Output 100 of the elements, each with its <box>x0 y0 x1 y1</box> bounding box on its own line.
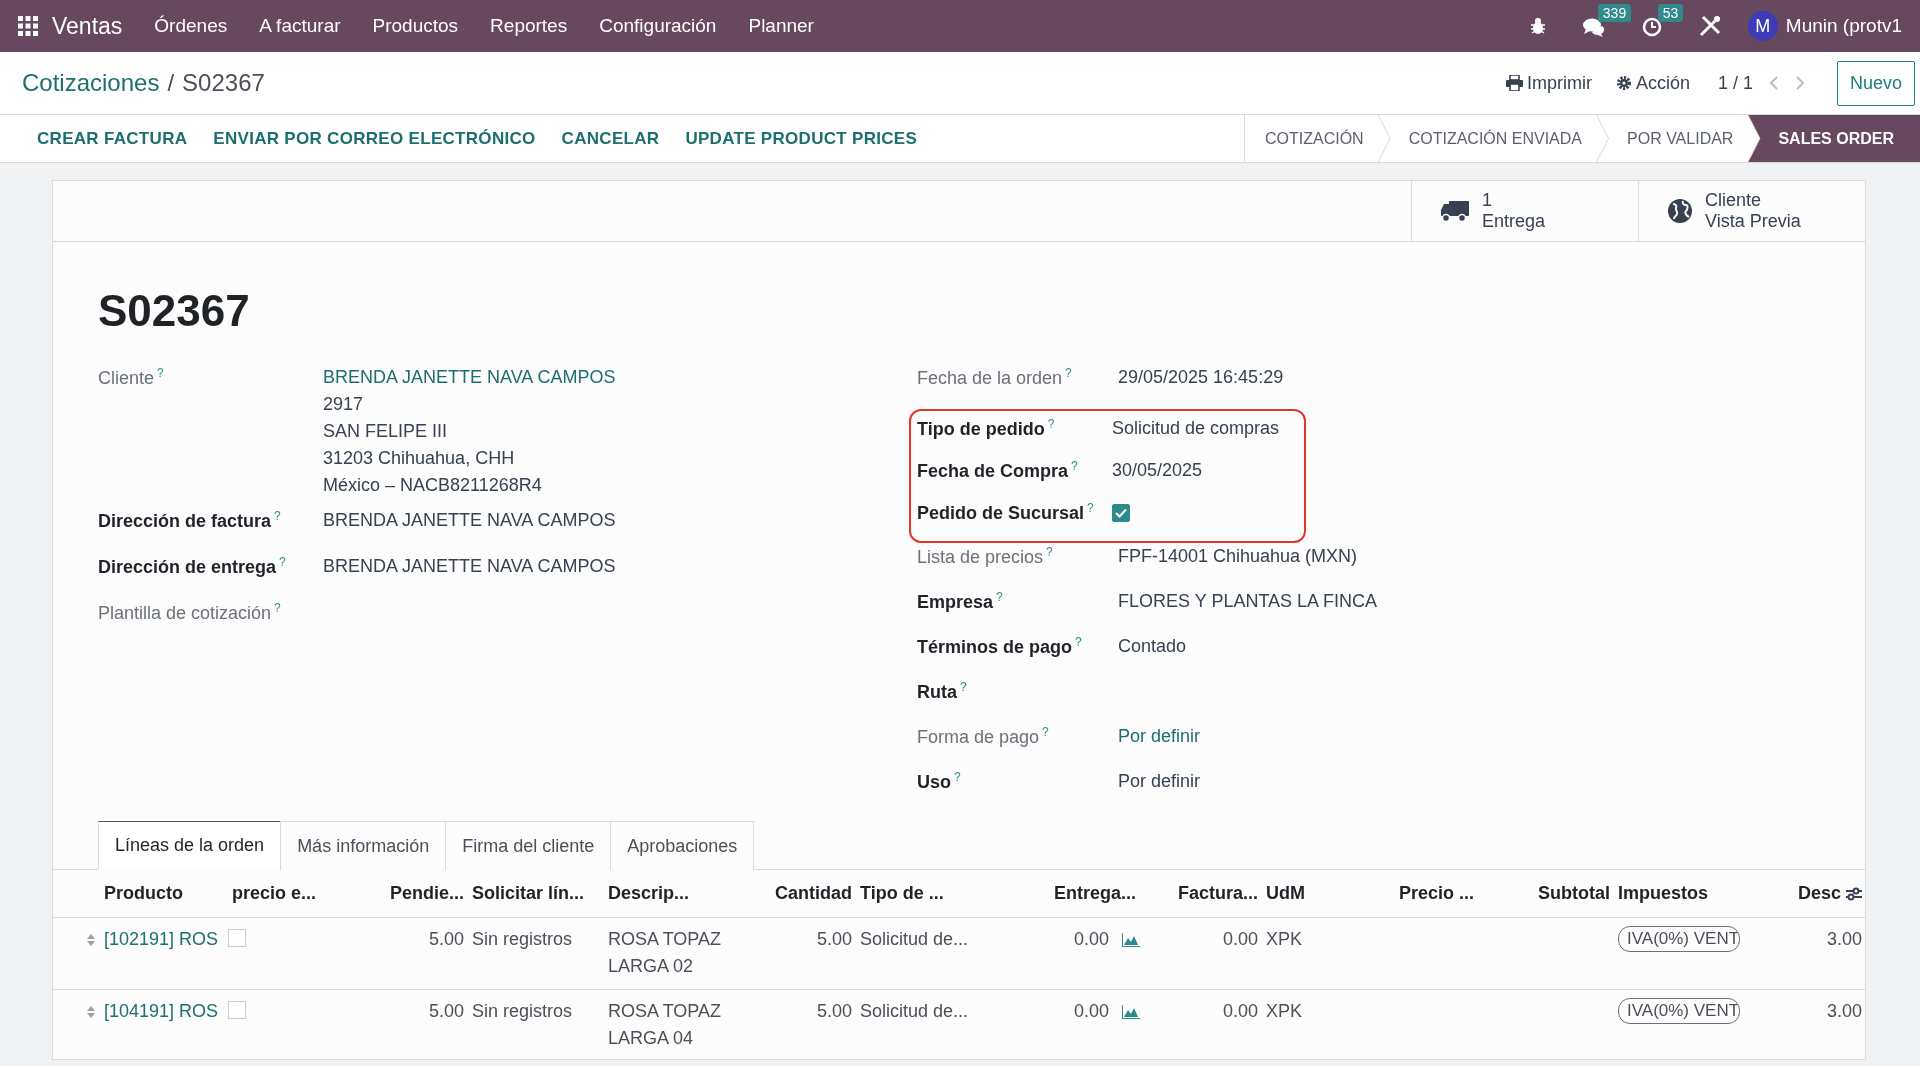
help-icon[interactable]: ? <box>960 680 967 694</box>
help-icon[interactable]: ? <box>954 770 961 784</box>
help-icon[interactable]: ? <box>274 509 281 523</box>
table-cell: 5.00 <box>816 929 852 949</box>
bug-icon[interactable] <box>1529 17 1546 35</box>
field-label: Fecha de Compra <box>917 461 1069 481</box>
activity-count: 53 <box>1657 3 1684 22</box>
column-header[interactable]: Descrip... <box>608 883 690 903</box>
drag-handle-icon[interactable] <box>86 933 96 948</box>
status-stage[interactable]: SALES ORDER <box>1748 115 1920 162</box>
apps-menu-icon[interactable] <box>18 16 38 36</box>
table-cell: 5.00 <box>816 1001 852 1021</box>
table-cell: 0.00 <box>1073 929 1109 949</box>
column-header[interactable]: precio e... <box>232 883 317 903</box>
user-avatar[interactable]: M <box>1747 11 1778 41</box>
status-stage[interactable]: COTIZACIÓN <box>1245 115 1390 162</box>
field-value: BRENDA JANETTE NAVA CAMPOS <box>323 556 616 576</box>
menu-item[interactable]: A facturar <box>243 11 357 41</box>
help-icon[interactable]: ? <box>1047 417 1055 431</box>
table-cell: 3.00 <box>1826 929 1862 949</box>
smart-button-value: Cliente <box>1705 190 1763 211</box>
action-button[interactable]: CREAR FACTURA <box>24 125 201 152</box>
checkbox[interactable] <box>228 1001 246 1019</box>
smart-button-label: Entrega <box>1482 211 1546 232</box>
field-value: 30/05/2025 <box>1112 460 1203 480</box>
help-icon[interactable]: ? <box>1075 635 1082 649</box>
address-line: México – NACB8211268R4 <box>323 474 543 497</box>
field-value: FPF-14001 Chihuahua (MXN) <box>1118 546 1358 566</box>
menu-item[interactable]: Productos <box>356 11 475 41</box>
help-icon[interactable]: ? <box>1042 725 1049 739</box>
pager-value: 1 / 1 <box>1717 71 1753 95</box>
table-cell: Sin registros <box>472 1001 573 1021</box>
table-cell: ROSA TOPAZ LARGA 04 <box>608 1001 722 1048</box>
column-header[interactable]: Producto <box>104 883 183 903</box>
column-header[interactable]: Impuestos <box>1618 883 1709 903</box>
record-title: S02367 <box>98 285 251 337</box>
help-icon[interactable]: ? <box>1087 501 1094 515</box>
clock-icon[interactable] <box>1641 16 1662 37</box>
tab[interactable]: Más información <box>280 821 447 870</box>
table-cell: 5.00 <box>428 929 464 949</box>
field-label: Empresa <box>917 592 994 612</box>
table-cell: 0.00 <box>1222 929 1258 949</box>
field-value: Contado <box>1118 636 1187 656</box>
help-icon[interactable]: ? <box>157 366 164 380</box>
area-chart-icon[interactable] <box>1122 933 1140 948</box>
table-cell: 0.00 <box>1222 1001 1258 1021</box>
column-header[interactable]: Factura... <box>1177 883 1258 903</box>
column-settings-icon[interactable] <box>1846 887 1862 902</box>
product-link[interactable]: [102191] ROS <box>104 929 219 949</box>
action-button[interactable]: UPDATE PRODUCT PRICES <box>672 125 931 152</box>
menu-item[interactable]: Configuración <box>583 11 733 41</box>
breadcrumb-separator: / <box>167 68 175 98</box>
action-button[interactable]: Acción <box>1603 69 1702 97</box>
column-header[interactable]: Pendie... <box>389 883 464 903</box>
status-stage[interactable]: COTIZACIÓN ENVIADA <box>1378 115 1608 162</box>
column-header[interactable]: Entrega... <box>1053 883 1136 903</box>
chat-icon[interactable] <box>1581 16 1606 37</box>
tab[interactable]: Firma del cliente <box>445 821 612 870</box>
breadcrumb-link[interactable]: Cotizaciones <box>22 65 160 101</box>
tab[interactable]: Líneas de la orden <box>98 821 282 870</box>
help-icon[interactable]: ? <box>279 555 286 569</box>
field-link[interactable]: BRENDA JANETTE NAVA CAMPOS <box>323 367 616 387</box>
status-stage[interactable]: POR VALIDAR <box>1597 115 1760 162</box>
column-header[interactable]: Subtotal <box>1538 883 1610 903</box>
field-label: Plantilla de cotización <box>98 603 272 623</box>
column-header[interactable]: Precio ... <box>1398 883 1474 903</box>
address-line: 31203 Chihuahua, CHH <box>323 447 516 470</box>
column-header[interactable]: Solicitar lín... <box>472 883 585 903</box>
column-header[interactable]: Cantidad <box>775 883 852 903</box>
help-icon[interactable]: ? <box>996 590 1003 604</box>
help-icon[interactable]: ? <box>1065 366 1072 380</box>
column-header[interactable]: Tipo de ... <box>860 883 944 903</box>
tab[interactable]: Aprobaciones <box>610 821 755 870</box>
drag-handle-icon[interactable] <box>86 1005 96 1020</box>
field-link[interactable]: Por definir <box>1118 726 1201 746</box>
column-header[interactable]: UdM <box>1266 883 1305 903</box>
help-icon[interactable]: ? <box>274 601 281 615</box>
menu-item[interactable]: Planner <box>732 11 830 41</box>
checkbox[interactable] <box>228 929 246 947</box>
field-label: Ruta <box>917 682 957 702</box>
product-link[interactable]: [104191] ROS <box>104 1001 219 1021</box>
area-chart-icon[interactable] <box>1122 1005 1140 1020</box>
help-icon[interactable]: ? <box>1046 545 1053 559</box>
table-cell: XPK <box>1266 929 1303 949</box>
app-name[interactable]: Ventas <box>38 8 139 44</box>
action-button[interactable]: CANCELAR <box>548 125 673 152</box>
table-cell: Solicitud de... <box>860 1001 969 1021</box>
checkbox[interactable] <box>1112 504 1130 522</box>
menu-item[interactable]: Reportes <box>474 11 584 41</box>
field-label: Cliente <box>98 368 155 388</box>
table-cell: XPK <box>1266 1001 1303 1021</box>
help-icon[interactable]: ? <box>1071 459 1078 473</box>
column-header[interactable]: Desc <box>1797 883 1841 903</box>
new-button[interactable]: Nuevo <box>1836 60 1915 106</box>
address-line: SAN FELIPE III <box>323 420 449 443</box>
print-button[interactable]: Imprimir <box>1493 69 1604 97</box>
menu-item[interactable]: Órdenes <box>138 11 244 41</box>
address-line: 2917 <box>323 393 365 416</box>
action-button[interactable]: ENVIAR POR CORREO ELECTRÓNICO <box>200 125 549 152</box>
user-name[interactable]: Munin (protv1 <box>1777 11 1902 41</box>
